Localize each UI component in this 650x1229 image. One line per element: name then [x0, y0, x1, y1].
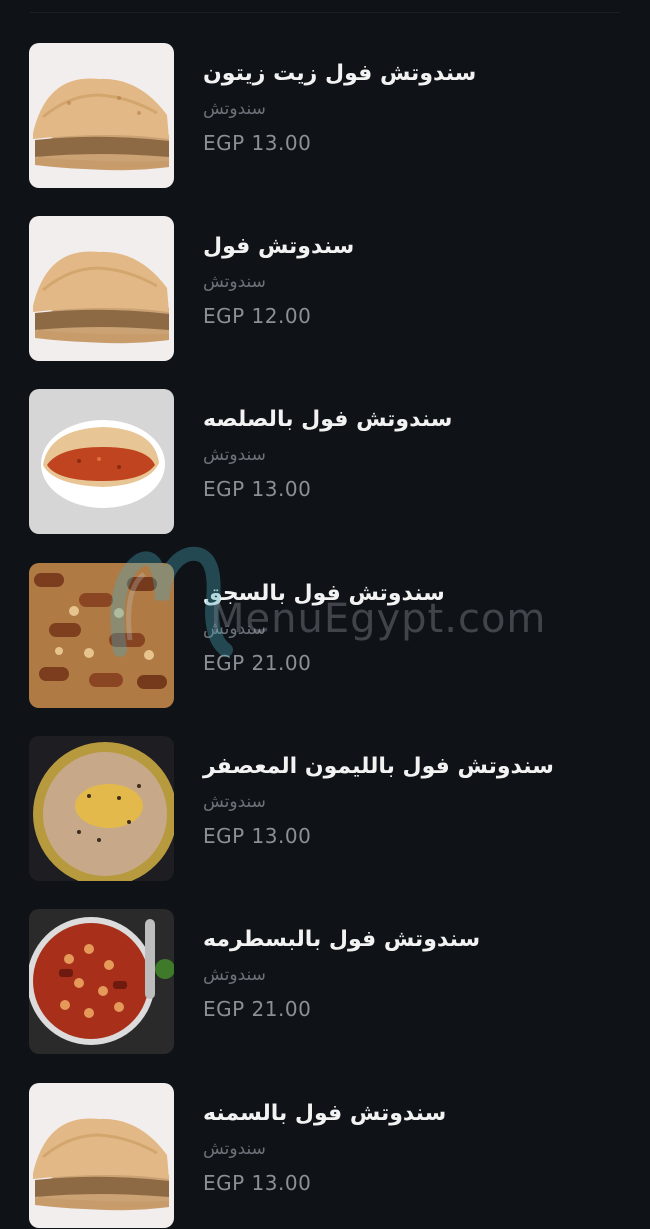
sausage-beans-image	[29, 563, 174, 708]
foul-bowl-image	[29, 736, 174, 881]
sandwich-bread-image	[29, 1083, 174, 1228]
item-category: سندوتش	[203, 965, 266, 985]
item-price: EGP 21.00	[203, 997, 312, 1021]
item-category: سندوتش	[203, 619, 266, 639]
item-price: EGP 13.00	[203, 824, 312, 848]
item-title: سندوتش فول	[203, 234, 355, 259]
sandwich-bread-image	[29, 43, 174, 188]
item-title: سندوتش فول بالبسطرمه	[203, 927, 481, 952]
top-divider	[30, 12, 620, 13]
menu-item[interactable]: سندوتش فول بالسجق سندوتش EGP 21.00	[0, 563, 650, 709]
item-category: سندوتش	[203, 272, 266, 292]
item-price: EGP 21.00	[203, 651, 312, 675]
item-category: سندوتش	[203, 792, 266, 812]
sauce-pita-image	[29, 389, 174, 534]
menu-item[interactable]: سندوتش فول بالصلصه سندوتش EGP 13.00	[0, 389, 650, 535]
menu-item[interactable]: سندوتش فول سندوتش EGP 12.00	[0, 216, 650, 362]
item-price: EGP 13.00	[203, 1171, 312, 1195]
item-category: سندوتش	[203, 99, 266, 119]
menu-item[interactable]: سندوتش فول بالليمون المعصفر سندوتش EGP 1…	[0, 736, 650, 882]
item-category: سندوتش	[203, 1139, 266, 1159]
item-title: سندوتش فول زيت زيتون	[203, 61, 477, 86]
item-price: EGP 13.00	[203, 131, 312, 155]
item-price: EGP 13.00	[203, 477, 312, 501]
item-category: سندوتش	[203, 445, 266, 465]
menu-item[interactable]: سندوتش فول بالبسطرمه سندوتش EGP 21.00	[0, 909, 650, 1055]
menu-item[interactable]: سندوتش فول بالسمنه سندوتش EGP 13.00	[0, 1083, 650, 1229]
pastrami-beans-image	[29, 909, 174, 1054]
item-title: سندوتش فول بالليمون المعصفر	[203, 754, 554, 779]
sandwich-bread-image	[29, 216, 174, 361]
item-title: سندوتش فول بالسمنه	[203, 1101, 447, 1126]
item-price: EGP 12.00	[203, 304, 312, 328]
item-title: سندوتش فول بالصلصه	[203, 407, 453, 432]
item-title: سندوتش فول بالسجق	[203, 581, 445, 606]
menu-item[interactable]: سندوتش فول زيت زيتون سندوتش EGP 13.00	[0, 43, 650, 189]
